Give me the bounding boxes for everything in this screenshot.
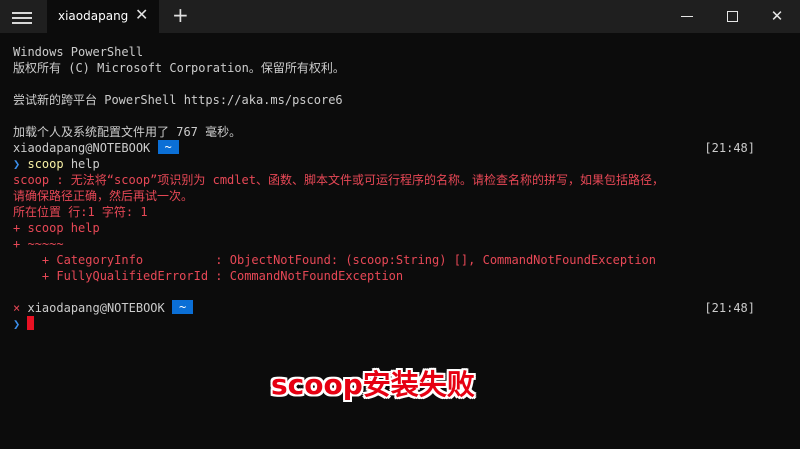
error-line: scoop : 无法将“scoop”项识别为 cmdlet、函数、脚本文件或可运… [13,173,664,187]
output-line: 尝试新的跨平台 PowerShell https://aka.ms/pscore… [13,93,343,107]
command-args: help [63,157,100,171]
input-line[interactable]: ❯ [13,316,35,332]
prompt-line: xiaodapang@NOTEBOOK ~ [13,140,179,156]
prompt-directory-badge: ~ [157,140,179,154]
error-line: + ~~~~~ [13,237,64,251]
error-line: + FullyQualifiedErrorId : CommandNotFoun… [13,269,404,283]
close-window-button[interactable]: ✕ [754,0,800,33]
minimize-icon [681,16,693,17]
error-line: 所在位置 行:1 字符: 1 [13,205,148,219]
command-name: scoop [27,157,64,171]
error-line: + scoop help [13,221,100,235]
prompt-time: [21:48] [704,301,755,315]
error-line: 请确保路径正确，然后再试一次。 [13,189,194,203]
command-line: ❯ scoop help [13,156,100,172]
output-line: Windows PowerShell [13,45,144,59]
minimize-button[interactable] [664,0,710,33]
prompt-time: [21:48] [704,141,755,155]
error-line: + CategoryInfo : ObjectNotFound: (scoop:… [13,253,656,267]
prompt-arrow-icon: ❯ [13,317,21,331]
overlay-caption: scoop安装失败 [271,368,475,401]
prompt-arrow-icon: ❯ [13,157,21,171]
close-icon: ✕ [770,7,784,25]
prompt-directory-badge: ~ [171,300,194,314]
menu-icon[interactable] [12,9,32,25]
close-tab-icon[interactable]: ✕ [135,7,148,23]
text-cursor [27,316,35,330]
prompt-user: xiaodapang@NOTEBOOK [27,301,165,315]
output-line: 加载个人及系统配置文件用了 767 毫秒。 [13,125,242,139]
prompt-line: × xiaodapang@NOTEBOOK ~ [13,300,194,316]
title-bar: xiaodapang ✕ + ✕ [0,0,800,33]
prompt-user: xiaodapang@NOTEBOOK [13,141,151,155]
tab-xiaodapang[interactable]: xiaodapang ✕ [47,0,159,33]
output-line: 版权所有 (C) Microsoft Corporation。保留所有权利。 [13,61,345,75]
new-tab-button[interactable]: + [172,3,189,27]
error-status-icon: × [13,301,21,315]
maximize-button[interactable] [709,0,755,33]
maximize-icon [727,11,738,22]
tab-label: xiaodapang [58,9,129,23]
